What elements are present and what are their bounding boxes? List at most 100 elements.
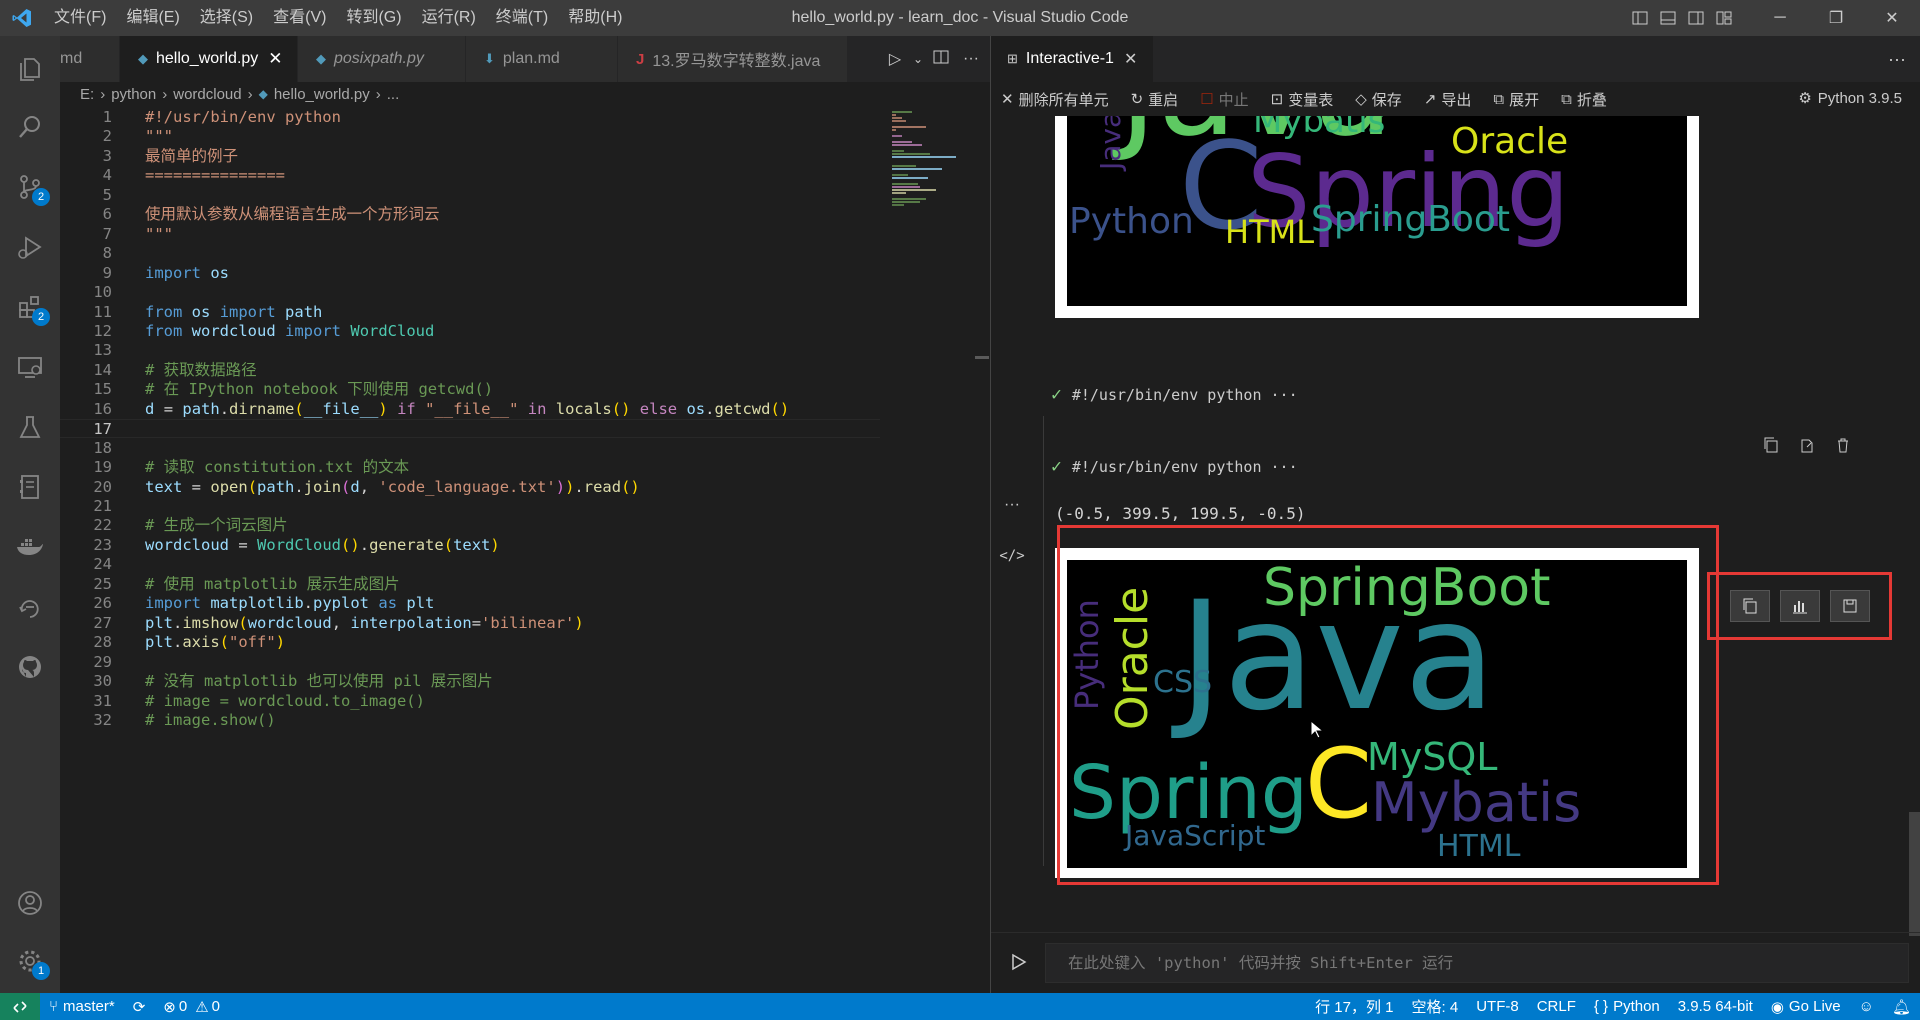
python-interpreter[interactable]: 3.9.5 64-bit	[1669, 998, 1762, 1015]
more-actions-icon[interactable]: ···	[956, 50, 986, 68]
code-line[interactable]: 12 from wordcloud import WordCloud	[60, 322, 880, 341]
docker-icon[interactable]	[0, 518, 60, 576]
interactive-input[interactable]: 在此处键入 'python' 代码并按 Shift+Enter 运行	[1045, 943, 1909, 983]
toggle-primary-sidebar-icon[interactable]	[1626, 0, 1654, 36]
editor-scrollbar[interactable]	[975, 116, 989, 986]
branch-indicator[interactable]: ⑂ master*	[40, 998, 124, 1015]
go-live-button[interactable]: ◉ Go Live	[1762, 998, 1850, 1016]
minimize-button[interactable]: ─	[1752, 0, 1808, 36]
cell-output-more-icon[interactable]: ···	[999, 496, 1025, 514]
code-line[interactable]: 16 d = path.dirname(__file__) if "__file_…	[60, 400, 880, 419]
language-mode[interactable]: { } Python	[1585, 998, 1669, 1015]
code-line[interactable]: 17	[60, 419, 880, 439]
remote-explorer-icon[interactable]	[0, 338, 60, 396]
testing-icon[interactable]	[0, 398, 60, 456]
tab-interactive-1[interactable]: ⊞ Interactive-1 ✕	[991, 36, 1154, 82]
more-actions-icon[interactable]: ···	[1888, 36, 1906, 82]
code-line[interactable]: 8	[60, 244, 880, 263]
code-editor[interactable]: 1 #!/usr/bin/env python 2 """ 3 最简单的例子 4 ======…	[60, 106, 980, 986]
clear-all-button[interactable]: ✕ 删除所有单元	[1001, 89, 1109, 110]
run-python-file-icon[interactable]: ▷	[880, 49, 910, 69]
menu-help[interactable]: 帮助(H)	[558, 0, 632, 36]
cell-1-header[interactable]: ✓ #!/usr/bin/env python ···	[1051, 384, 1298, 405]
code-line[interactable]: 13	[60, 341, 880, 360]
code-line[interactable]: 22 # 生成一个词云图片	[60, 516, 880, 535]
breadcrumb-folder-wordcloud[interactable]: wordcloud	[173, 86, 241, 103]
breadcrumb-folder-python[interactable]: python	[111, 86, 156, 103]
problems-indicator[interactable]: ⊗ 0 ⚠ 0	[154, 998, 229, 1016]
code-line[interactable]: 6 使用默认参数从编程语言生成一个方形词云	[60, 205, 880, 224]
tab-hello-world[interactable]: ◆ hello_world.py ✕	[120, 36, 298, 82]
variables-button[interactable]: ⊡ 变量表	[1271, 89, 1334, 110]
run-debug-icon[interactable]	[0, 218, 60, 276]
code-line[interactable]: 7 """	[60, 225, 880, 244]
code-line[interactable]: 5	[60, 186, 880, 205]
breadcrumb-drive[interactable]: E:	[80, 86, 94, 103]
code-line[interactable]: 11 from os import path	[60, 303, 880, 322]
github-icon[interactable]	[0, 638, 60, 696]
indentation[interactable]: 空格: 4	[1403, 996, 1468, 1017]
close-tab-icon[interactable]: ✕	[1124, 49, 1137, 69]
close-window-button[interactable]: ✕	[1864, 0, 1920, 36]
code-line[interactable]: 24	[60, 555, 880, 574]
encoding[interactable]: UTF-8	[1467, 998, 1528, 1015]
minimap[interactable]	[890, 110, 970, 210]
code-line[interactable]: 19 # 读取 constitution.txt 的文本	[60, 458, 880, 477]
code-line[interactable]: 1 #!/usr/bin/env python	[60, 108, 880, 127]
tab-posixpath[interactable]: ◆ posixpath.py	[298, 36, 466, 82]
line-ending[interactable]: CRLF	[1528, 998, 1585, 1015]
code-line[interactable]: 3 最简单的例子	[60, 147, 880, 166]
code-line[interactable]: 30 # 没有 matplotlib 也可以使用 pil 展示图片	[60, 672, 880, 691]
interrupt-button[interactable]: ☐ 中止	[1200, 89, 1248, 110]
code-line[interactable]: 27 plt.imshow(wordcloud, interpolation='b…	[60, 614, 880, 633]
notifications-bell-icon[interactable]: 🔔︎	[1883, 998, 1920, 1016]
tab-plan[interactable]: ⬇ plan.md	[466, 36, 618, 82]
explorer-icon[interactable]	[0, 40, 60, 98]
code-line[interactable]: 18	[60, 439, 880, 458]
toggle-panel-icon[interactable]	[1654, 0, 1682, 36]
export-button[interactable]: ↗ 导出	[1424, 89, 1472, 110]
manage-gear-icon[interactable]: 1	[0, 932, 60, 990]
code-line[interactable]: 32 # image.show()	[60, 711, 880, 730]
restore-button[interactable]: ❐	[1808, 0, 1864, 36]
code-line[interactable]: 14 # 获取数据路径	[60, 361, 880, 380]
code-line[interactable]: 23 wordcloud = WordCloud().generate(text)	[60, 536, 880, 555]
code-line[interactable]: 2 """	[60, 127, 880, 146]
delete-cell-icon[interactable]	[1829, 431, 1857, 459]
code-line[interactable]: 28 plt.axis("off")	[60, 633, 880, 652]
close-tab-icon[interactable]: ✕	[268, 49, 282, 69]
run-dropdown-chevron-icon[interactable]: ⌄	[910, 52, 926, 66]
accounts-icon[interactable]	[0, 874, 60, 932]
timeline-icon[interactable]	[0, 578, 60, 636]
goto-code-icon[interactable]	[1793, 431, 1821, 459]
copy-cell-icon[interactable]	[1757, 431, 1785, 459]
panel-scrollbar-thumb[interactable]	[1909, 812, 1920, 936]
customize-layout-icon[interactable]	[1710, 0, 1738, 36]
save-image-icon[interactable]	[1829, 590, 1870, 622]
plot-viewer-icon[interactable]	[1779, 590, 1820, 622]
tab-md[interactable]: md	[60, 36, 120, 82]
code-line[interactable]: 10	[60, 283, 880, 302]
cell-2-header[interactable]: ✓ #!/usr/bin/env python ···	[1051, 456, 1298, 477]
search-icon[interactable]	[0, 98, 60, 156]
collapse-button[interactable]: ⧉ 折叠	[1561, 89, 1607, 110]
code-line[interactable]: 15 # 在 IPython notebook 下则使用 getcwd()	[60, 380, 880, 399]
menu-run[interactable]: 运行(R)	[412, 0, 486, 36]
code-line[interactable]: 9 import os	[60, 264, 880, 283]
cursor-position[interactable]: 行 17，列 1	[1306, 996, 1402, 1017]
code-line[interactable]: 25 # 使用 matplotlib 展示生成图片	[60, 575, 880, 594]
menu-edit[interactable]: 编辑(E)	[116, 0, 189, 36]
sync-button[interactable]: ⟳	[124, 998, 155, 1016]
code-line[interactable]: 29	[60, 653, 880, 672]
menu-terminal[interactable]: 终端(T)	[486, 0, 558, 36]
save-button[interactable]: ◇ 保存	[1355, 89, 1402, 110]
extensions-icon[interactable]: 2	[0, 278, 60, 336]
code-line[interactable]: 4 ===============	[60, 166, 880, 185]
remote-indicator-icon[interactable]	[0, 993, 40, 1020]
feedback-icon[interactable]: ☺	[1850, 998, 1883, 1015]
code-line[interactable]: 26 import matplotlib.pyplot as plt	[60, 594, 880, 613]
code-line[interactable]: 20 text = open(path.join(d, 'code_languag…	[60, 478, 880, 497]
kernel-picker[interactable]: ⚙ Python 3.9.5	[1798, 82, 1902, 116]
run-cell-icon[interactable]	[1009, 953, 1027, 976]
menu-selection[interactable]: 选择(S)	[190, 0, 263, 36]
